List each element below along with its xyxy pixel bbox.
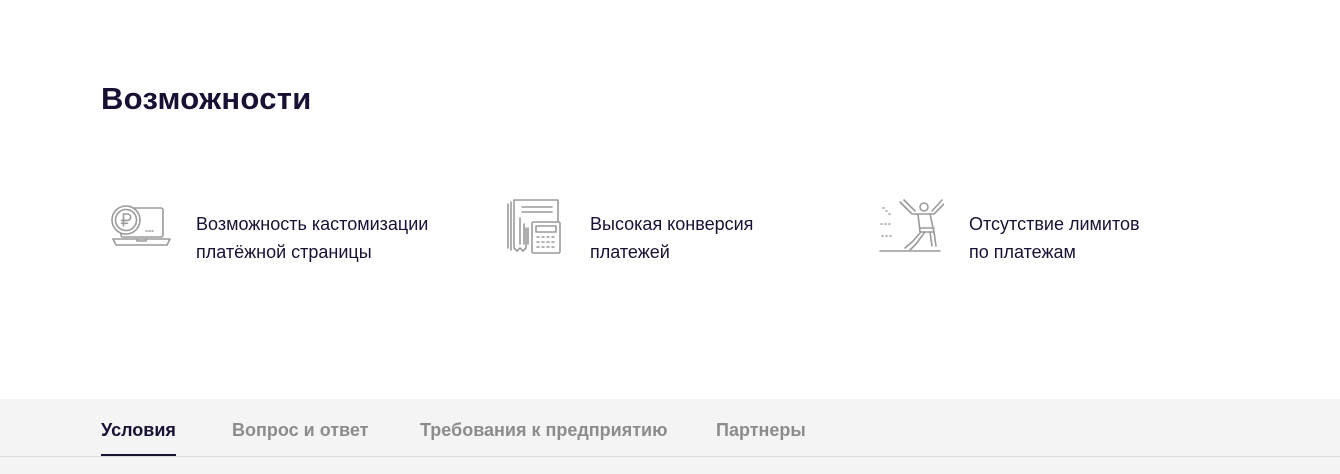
section-title: Возможности (101, 81, 312, 116)
tab-partners[interactable]: Партнеры (716, 419, 806, 441)
tab-faq[interactable]: Вопрос и ответ (232, 419, 368, 441)
feature-text: Высокая конверсия платежей (590, 214, 754, 262)
feature-text: Возможность кастомизации платёжной стран… (196, 214, 429, 262)
feature-conversion: Высокая конверсия платежей (502, 198, 790, 266)
receipt-calculator-icon (502, 198, 568, 258)
tabs-divider (0, 456, 1340, 457)
tabs-bar: Условия Вопрос и ответ Требования к пред… (0, 399, 1340, 474)
feature-no-limits: Отсутствие лимитов по платежам (878, 198, 1159, 266)
feature-customization: Возможность кастомизации платёжной стран… (108, 198, 436, 266)
feature-text: Отсутствие лимитов по платежам (969, 214, 1140, 262)
jumping-person-icon (878, 198, 944, 258)
laptop-ruble-icon (108, 198, 174, 258)
tab-conditions[interactable]: Условия (101, 419, 176, 456)
page: Возможности Возможность кастомизации пла… (0, 0, 1340, 474)
tab-requirements[interactable]: Требования к предприятию (420, 419, 667, 441)
